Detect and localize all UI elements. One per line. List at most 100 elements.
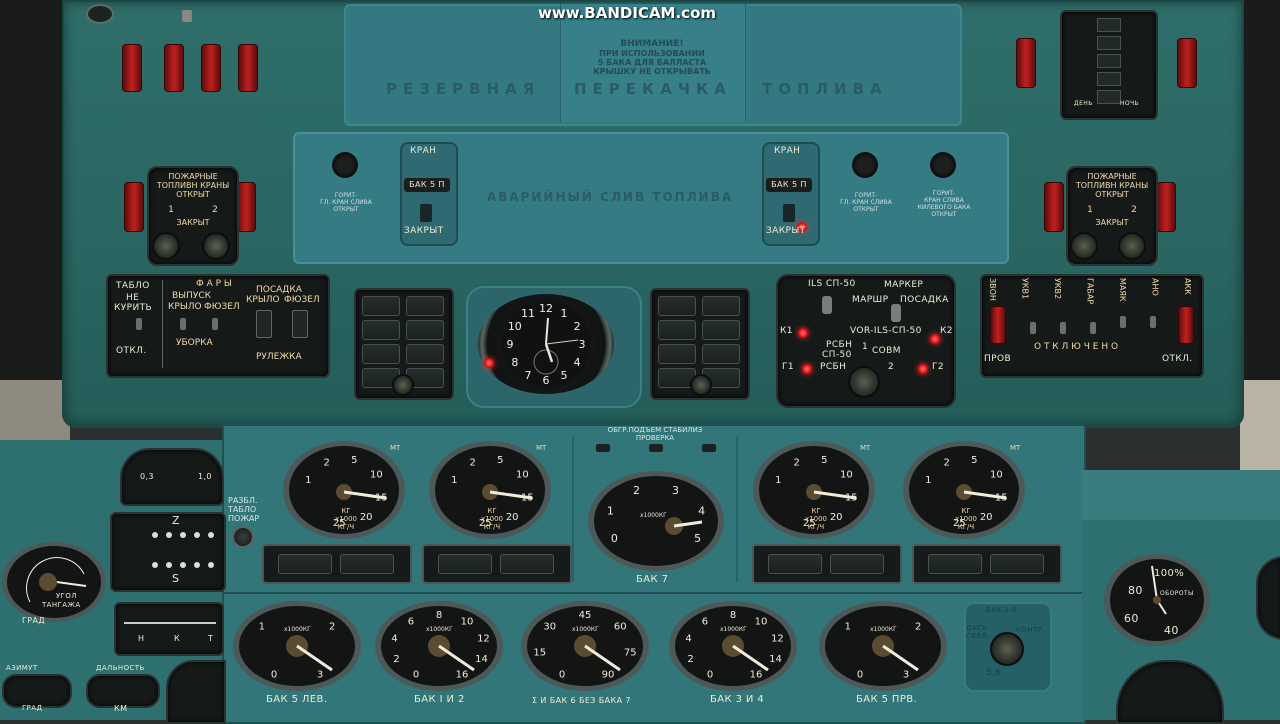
rsbn-label: РСБН: [826, 340, 853, 350]
tank-unit-3: х1000КГ: [572, 626, 599, 633]
landing-switch-2[interactable]: [292, 310, 308, 338]
day-label-top: ДЕНЬ: [1074, 100, 1093, 107]
reserve-title-1: РЕЗЕРВНАЯ: [386, 80, 541, 98]
ff-unit-3: КГ х1000 КГ/Ч: [805, 507, 827, 531]
ano-switch[interactable]: [1150, 316, 1156, 328]
grad-label-2: ГРАД: [22, 704, 43, 712]
bak7-divider-left: [572, 436, 574, 582]
dimmer-knob-left[interactable]: [392, 374, 414, 396]
akk-guard[interactable]: [1178, 306, 1194, 344]
rpm-40: 40: [1164, 624, 1179, 637]
k2-light: [930, 334, 940, 344]
clock-number: 11: [521, 307, 535, 320]
tank-gauge-4: 0 2 46 8 1012 14 16: [669, 601, 797, 691]
nav-switch-2[interactable]: [891, 304, 901, 322]
fire-valve-guard-right-1[interactable]: [1044, 182, 1064, 232]
prov-label: ПРОВ: [984, 354, 1012, 364]
reserve-title-2: ПЕРЕКАЧКА: [574, 80, 732, 98]
clock-face: 12 12 3 45678 9 1011: [502, 300, 590, 388]
guarded-switch-2[interactable]: [164, 44, 184, 92]
ukv1-switch[interactable]: [1030, 322, 1036, 334]
clock-number: 1: [561, 307, 568, 320]
dalnost-label: ДАЛЬНОСТЬ: [96, 664, 145, 672]
bak7-tick: 4: [698, 504, 705, 517]
fire-valve-knob-right-1[interactable]: [1070, 232, 1098, 260]
toggle-switch-top[interactable]: [182, 10, 192, 22]
nav-mode-selector[interactable]: [848, 366, 880, 398]
tank-unit-5: х1000КГ: [870, 626, 897, 633]
fuel-flow-tick: 5: [821, 455, 827, 466]
fuel-flow-tick: 1: [925, 475, 931, 486]
lamp-strip-2: [422, 544, 572, 584]
fire-valve-guard-left-1[interactable]: [124, 182, 144, 232]
guarded-switch-4[interactable]: [238, 44, 258, 92]
fire-valve-guard-right-2[interactable]: [1156, 182, 1176, 232]
bak7-gauge: 0 1 2 3 4 5: [588, 471, 724, 571]
fire-valve-knob-right-2[interactable]: [1118, 232, 1146, 260]
dimmer-knob-right[interactable]: [690, 374, 712, 396]
clock-number: 12: [539, 302, 553, 315]
tablo-label: ТАБЛО: [116, 281, 150, 291]
tank-unit-4: х1000КГ: [720, 626, 747, 633]
g2-light: [918, 364, 928, 374]
razbl-button[interactable]: [232, 526, 254, 548]
dump-switch-right[interactable]: [783, 204, 795, 222]
dump-switch-left[interactable]: [420, 204, 432, 222]
fuel-flow-tick: 1: [305, 475, 311, 486]
tank-label-1: БАК 5 ЛЕВ.: [266, 694, 328, 705]
k2-label: К2: [940, 326, 953, 336]
dump-kran-right: КРАН: [774, 146, 801, 156]
nav-switch-1[interactable]: [822, 296, 832, 314]
landing-switch-1[interactable]: [256, 310, 272, 338]
tank-tick: 1: [845, 621, 851, 632]
tank-tick: 0: [413, 670, 419, 681]
tank-tick: 0: [271, 670, 277, 681]
tank-tick: 6: [408, 617, 414, 628]
tank-tick: 2: [329, 621, 335, 632]
tank-label-5: БАК 5 ПРВ.: [856, 694, 918, 705]
lamp-strip-4: [912, 544, 1062, 584]
rpm-pct: 100%: [1154, 568, 1185, 579]
guarded-switch-top-right-2[interactable]: [1177, 38, 1197, 88]
bak7-buttons[interactable]: [596, 444, 716, 454]
dump-lamp-right-1-text: ГОРИТ- ГЛ. КРАН СЛИВА ОТКРЫТ: [840, 192, 892, 213]
fire-valve-knob-left-2[interactable]: [202, 232, 230, 260]
tank-label-4: БАК 3 И 4: [710, 694, 765, 705]
zvon-guard[interactable]: [990, 306, 1006, 344]
gabar-switch[interactable]: [1090, 322, 1096, 334]
dump-lamp-right-2-text: ГОРИТ- КРАН СЛИВА КИЛЕВОГО БАКА ОТКРЫТ: [917, 190, 971, 218]
tank-tick: 4: [391, 634, 397, 645]
fuzel-label: ФЮЗЕЛ: [204, 302, 240, 312]
krylo-label-2: КРЫЛО: [246, 295, 280, 305]
tank-tick: 0: [559, 670, 565, 681]
mayak-switch[interactable]: [1120, 316, 1126, 328]
tank-gauge-3: 0 15 30 45 60 75 90: [521, 601, 649, 691]
selector-kontr: КОНТР.: [1016, 626, 1045, 634]
marker-label: МАРКЕР: [884, 280, 924, 290]
right-dark-area: [1240, 0, 1280, 440]
ff-unit-1: КГ х1000 КГ/Ч: [335, 507, 357, 531]
rsbn2-label: РСБН: [820, 362, 847, 372]
tank-tick: 90: [602, 670, 615, 681]
tank-tick: 16: [750, 670, 763, 681]
lamp-strip-3: [752, 544, 902, 584]
tank-selector-knob[interactable]: [990, 632, 1024, 666]
guarded-switch-top-right-1[interactable]: [1016, 38, 1036, 88]
rpm-80: 80: [1128, 584, 1143, 597]
km-label: КМ: [114, 704, 128, 713]
guarded-switch-3[interactable]: [201, 44, 221, 92]
tank-tick: 0: [707, 670, 713, 681]
no-smoking-switch[interactable]: [136, 318, 142, 330]
headlight-switch-1[interactable]: [180, 318, 186, 330]
reserve-title-3: ТОПЛИВА: [762, 80, 888, 98]
dump-kran-left: КРАН: [410, 146, 437, 156]
guarded-switch-1[interactable]: [122, 44, 142, 92]
mt-label-3: МТ: [860, 444, 871, 452]
night-label-top: НОЧЬ: [1120, 100, 1140, 107]
fire-valve-knob-left-1[interactable]: [152, 232, 180, 260]
otkl-label: ОТКЛ.: [116, 346, 147, 356]
headlight-switch-2[interactable]: [212, 318, 218, 330]
fire-valve-guard-left-2[interactable]: [236, 182, 256, 232]
ukv2-switch[interactable]: [1060, 322, 1066, 334]
lamp-strip-1: [262, 544, 412, 584]
